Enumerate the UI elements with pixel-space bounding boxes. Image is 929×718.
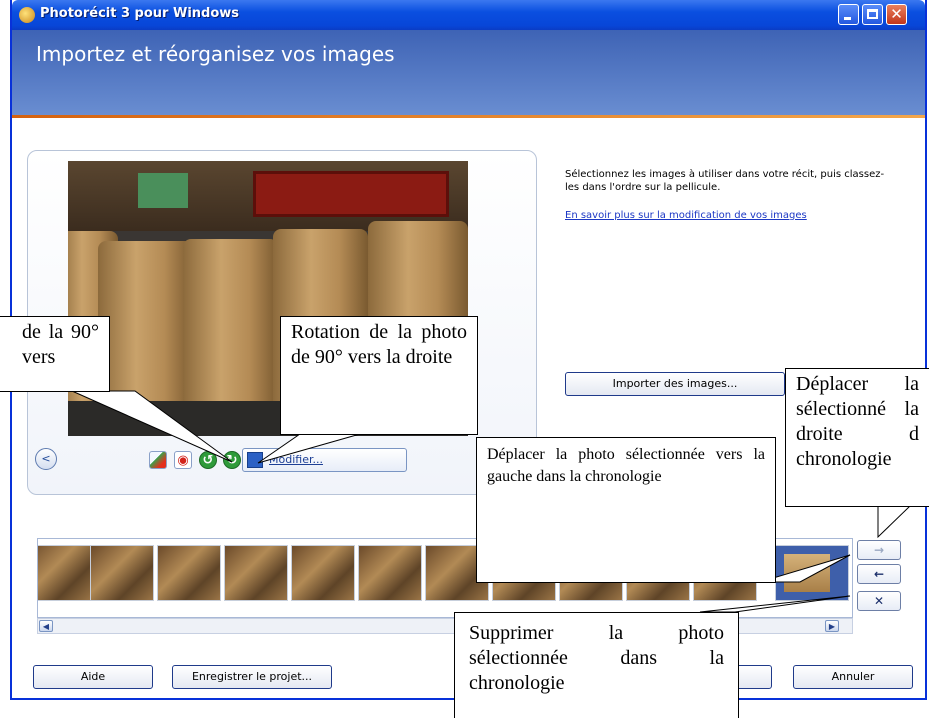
rotate-right-icon[interactable]: ↻ [223,451,241,469]
move-right-icon[interactable]: → [857,540,901,560]
app-icon [19,7,35,23]
learn-more-link[interactable]: En savoir plus sur la modification de vo… [565,210,807,221]
rotate-left-icon[interactable]: ↺ [199,451,217,469]
callout-rotate-left-text: de la 90° vers [22,321,99,368]
modify-label: Modifier... [269,453,323,466]
close-icon[interactable]: ✕ [886,4,907,25]
close-glyph: ✕ [890,5,903,23]
filmstrip-thumbnail[interactable] [291,545,355,601]
filmstrip-thumbnail[interactable] [157,545,221,601]
callout-rotate-right: Rotation de la photo de 90° vers la droi… [280,316,478,435]
modify-button[interactable]: Modifier... [242,448,407,472]
callout-delete: Supprimer la photo sélectionnée dans la … [454,612,739,718]
title-bar: Photorécit 3 pour Windows ✕ [12,0,925,30]
photo-red-rack [253,171,449,217]
instructions-text: Sélectionnez les images à utiliser dans … [565,169,885,193]
page-title: Importez et réorganisez vos images [36,42,395,66]
window-title: Photorécit 3 pour Windows [40,6,240,21]
save-project-button[interactable]: Enregistrer le projet... [172,665,332,689]
import-images-button[interactable]: Importer des images... [565,372,785,396]
photo-green-bin [138,173,188,208]
scroll-right-icon[interactable]: ▶ [825,620,839,632]
filmstrip-thumbnail-selected[interactable] [775,545,849,601]
cancel-button[interactable]: Annuler [793,665,913,689]
callout-delete-text: Supprimer la photo sélectionnée dans la … [469,622,724,694]
callout-rotate-right-text: Rotation de la photo de 90° vers la droi… [291,321,467,368]
filmstrip-thumbnail[interactable] [90,545,154,601]
preview-toolbar: < ◉ ↺ ↻ Modifier... [29,446,535,476]
header-band: Importez et réorganisez vos images [12,30,925,118]
photo-sack [183,239,278,411]
filmstrip-thumbnail[interactable] [224,545,288,601]
scroll-left-icon[interactable]: ◀ [39,620,53,632]
remove-icon[interactable]: ✕ [857,591,901,611]
filmstrip-thumbnail[interactable] [38,545,92,601]
callout-move-left-text: Déplacer la photo sélectionnée vers la g… [487,446,765,485]
callout-move-right-text: Déplacer la sélectionné la droite d chro… [796,373,919,470]
back-arrow-icon[interactable]: < [35,448,57,470]
maximize-icon[interactable] [862,4,883,25]
callout-move-left: Déplacer la photo sélectionnée vers la g… [476,437,776,583]
callout-move-right: Déplacer la sélectionné la droite d chro… [785,368,929,507]
help-button[interactable]: Aide [33,665,153,689]
filmstrip-thumbnail[interactable] [358,545,422,601]
auto-correct-icon[interactable] [149,451,167,469]
photo-sack [98,241,193,411]
minimize-icon[interactable] [838,4,859,25]
edit-icon [247,452,263,468]
red-eye-icon[interactable]: ◉ [174,451,192,469]
move-left-icon[interactable]: ← [857,564,901,584]
callout-rotate-left: de la 90° vers [0,316,110,392]
